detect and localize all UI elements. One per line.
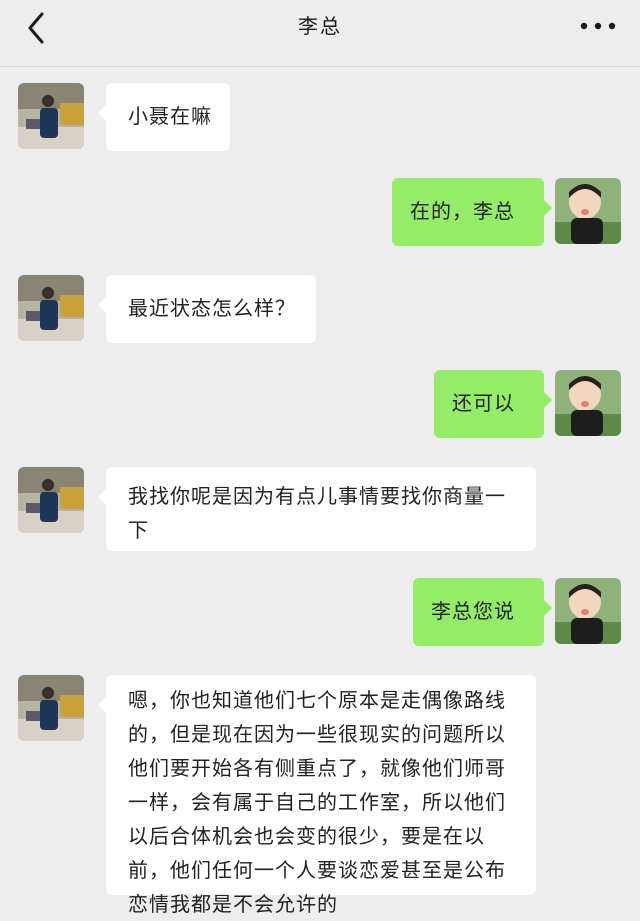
message-text-2: 在的，李总 [410, 199, 515, 223]
avatar-li-zong[interactable] [18, 275, 84, 341]
message-bubble-5[interactable]: 我找你呢是因为有点儿事情要找你商量一下 [98, 467, 536, 551]
message-bubble-2[interactable]: 在的，李总 [392, 178, 552, 246]
avatar-li-zong[interactable] [18, 467, 84, 533]
message-text-6: 李总您说 [431, 599, 515, 623]
avatar-me[interactable] [555, 178, 621, 244]
more-dots-icon[interactable] [578, 12, 618, 40]
avatar-li-zong[interactable] [18, 675, 84, 741]
avatar-me[interactable] [555, 578, 621, 644]
avatar-li-zong[interactable] [18, 83, 84, 149]
chat-title: 李总 [298, 14, 342, 38]
top-bar: 李总 [0, 0, 640, 67]
message-text-4: 还可以 [452, 391, 515, 415]
message-bubble-3[interactable]: 最近状态怎么样？ [98, 275, 316, 343]
message-bubble-7[interactable]: 嗯，你也知道他们七个原本是走偶像路线的，但是现在因为一些很现实的问题所以他们要开… [98, 675, 536, 916]
message-bubble-1[interactable]: 小聂在嘛 [98, 83, 230, 151]
message-text-3: 最近状态怎么样？ [128, 296, 296, 320]
message-bubble-4[interactable]: 还可以 [434, 370, 552, 438]
message-text-1: 小聂在嘛 [128, 104, 212, 128]
message-text-7: 嗯，你也知道他们七个原本是走偶像路线的，但是现在因为一些很现实的问题所以他们要开… [128, 688, 506, 916]
message-text-5: 我找你呢是因为有点儿事情要找你商量一下 [128, 484, 506, 542]
avatar-me[interactable] [555, 370, 621, 436]
message-bubble-6[interactable]: 李总您说 [413, 578, 552, 646]
